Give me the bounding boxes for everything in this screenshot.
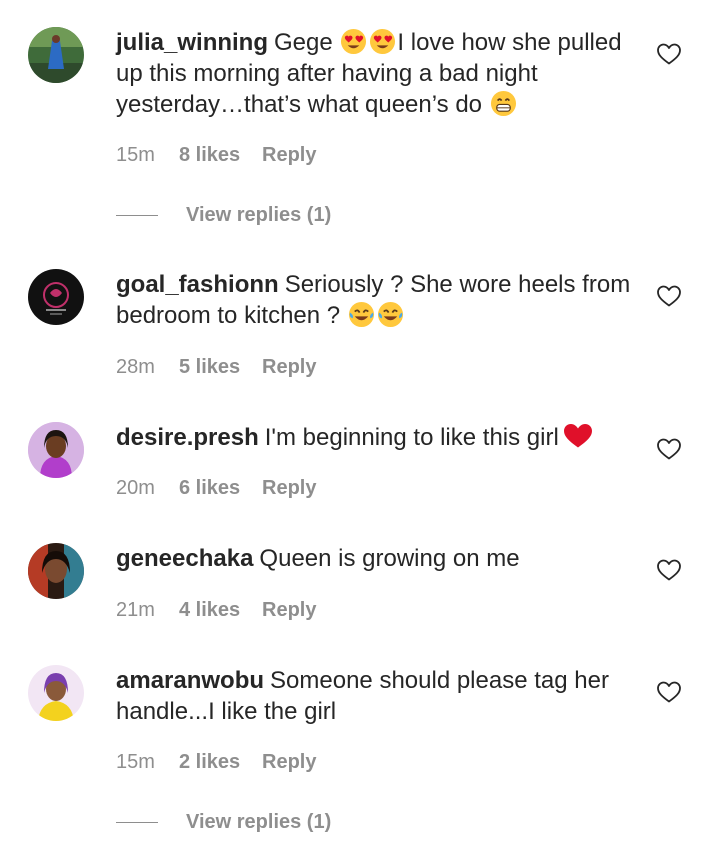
reply-button[interactable]: Reply — [262, 476, 316, 500]
comment-time: 15m — [116, 751, 155, 773]
heart-outline-icon — [657, 438, 681, 460]
reply-button[interactable]: Reply — [262, 143, 316, 167]
like-button[interactable] — [656, 680, 682, 704]
comment-username[interactable]: amaranwobu — [116, 667, 264, 694]
reply-button[interactable]: Reply — [262, 750, 316, 774]
divider — [116, 822, 158, 823]
comment-username[interactable]: desire.presh — [116, 424, 259, 451]
red-heart-emoji — [563, 424, 592, 448]
comment-meta: 15m 8 likes Reply — [116, 143, 316, 167]
avatar[interactable] — [28, 665, 84, 721]
comment-username[interactable]: goal_fashionn — [116, 271, 279, 298]
comment-text: Queen is growing on me — [259, 545, 520, 572]
heart-outline-icon — [657, 559, 681, 581]
like-button[interactable] — [656, 437, 682, 461]
comment-text: Gege — [274, 29, 340, 56]
likes-count[interactable]: 8 likes — [179, 143, 262, 167]
view-replies-button[interactable]: View replies (1) — [186, 203, 331, 227]
comment-username[interactable]: geneechaka — [116, 545, 253, 572]
comment-body: desire.presh I'm beginning to like this g… — [116, 422, 636, 453]
like-button[interactable] — [656, 42, 682, 66]
reply-button[interactable]: Reply — [262, 598, 316, 622]
comment-time: 20m — [116, 477, 155, 499]
comment-meta: 20m 6 likes Reply — [116, 476, 316, 500]
likes-count[interactable]: 2 likes — [179, 750, 262, 774]
avatar[interactable] — [28, 27, 84, 83]
comment-time: 21m — [116, 599, 155, 621]
comment-body: julia_winning Gege I love how she pulled … — [116, 27, 636, 120]
comment-meta: 28m 5 likes Reply — [116, 355, 316, 379]
comment-body: amaranwobu Someone should please tag her … — [116, 665, 636, 727]
view-replies-button[interactable]: View replies (1) — [186, 810, 331, 834]
tears-of-joy-emoji — [377, 301, 403, 328]
comment-meta: 15m 2 likes Reply — [116, 750, 316, 774]
comment-username[interactable]: julia_winning — [116, 29, 268, 56]
tears-of-joy-emoji — [348, 301, 374, 328]
like-button[interactable] — [656, 558, 682, 582]
heart-outline-icon — [657, 43, 681, 65]
comment-body: geneechaka Queen is growing on me — [116, 543, 636, 574]
likes-count[interactable]: 6 likes — [179, 476, 262, 500]
comment-time: 28m — [116, 356, 155, 378]
reply-button[interactable]: Reply — [262, 355, 316, 379]
likes-count[interactable]: 5 likes — [179, 355, 262, 379]
comment-text: I'm beginning to like this girl — [264, 424, 559, 451]
divider — [116, 215, 158, 216]
heart-outline-icon — [657, 285, 681, 307]
avatar[interactable] — [28, 543, 84, 599]
comment-body: goal_fashionn Seriously ? She wore heels … — [116, 269, 636, 331]
grinning-emoji — [490, 90, 516, 117]
like-button[interactable] — [656, 284, 682, 308]
avatar[interactable] — [28, 269, 84, 325]
comment-time: 15m — [116, 144, 155, 166]
likes-count[interactable]: 4 likes — [179, 598, 262, 622]
comment-meta: 21m 4 likes Reply — [116, 598, 316, 622]
heart-eyes-emoji — [370, 28, 396, 55]
avatar[interactable] — [28, 422, 84, 478]
heart-outline-icon — [657, 681, 681, 703]
heart-eyes-emoji — [341, 28, 367, 55]
